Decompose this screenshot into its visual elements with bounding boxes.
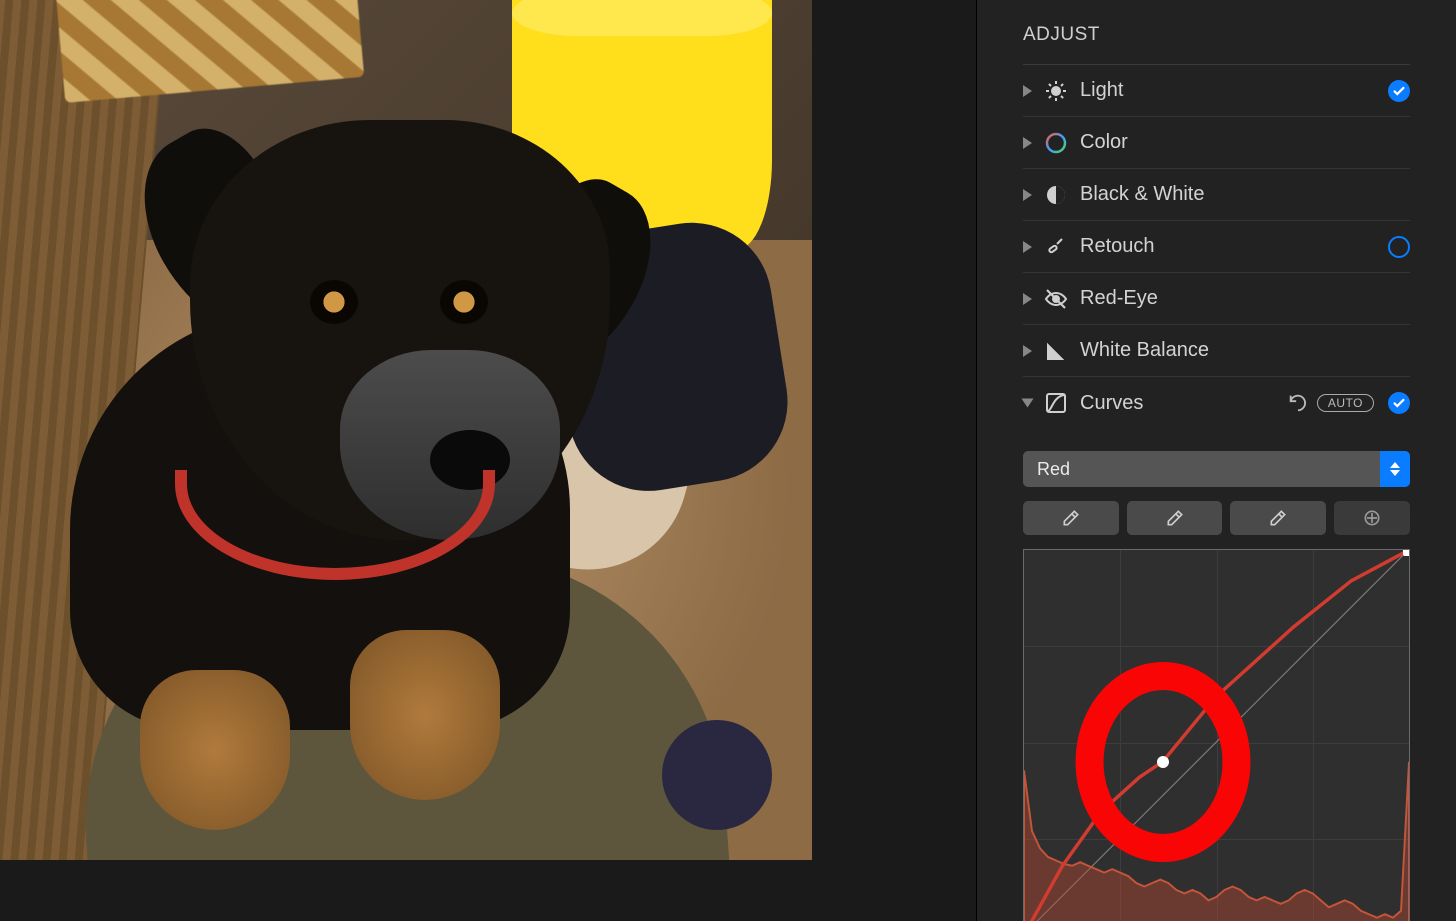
photo-preview[interactable] [0,0,812,860]
disclosure-triangle-icon [1023,189,1032,201]
row-label: Black & White [1080,183,1410,206]
bw-icon [1044,183,1068,207]
select-value: Red [1037,459,1070,480]
enable-ring-icon[interactable] [1388,236,1410,258]
disclosure-triangle-icon [1023,241,1032,253]
reset-icon[interactable] [1287,392,1309,414]
row-label: Color [1080,131,1410,154]
row-label: White Balance [1080,339,1410,362]
disclosure-triangle-icon [1022,399,1034,408]
whitebalance-icon [1044,339,1068,363]
adjust-row-curves[interactable]: Curves AUTO [1023,377,1410,429]
curves-graph-container [1023,549,1410,921]
add-point-button[interactable] [1334,501,1410,535]
adjust-sidebar: ADJUST Light Color Black & [976,0,1456,921]
panel-title: ADJUST [1023,18,1410,65]
disclosure-triangle-icon [1023,345,1032,357]
curve-control-point[interactable] [1157,756,1169,768]
disclosure-triangle-icon [1023,85,1032,97]
row-label: Retouch [1080,235,1388,258]
adjust-row-light[interactable]: Light [1023,65,1410,117]
dropper-black-button[interactable] [1023,501,1119,535]
curve-endpoint-highlight[interactable] [1403,549,1410,556]
applied-check-icon[interactable] [1388,392,1410,414]
dropper-gray-button[interactable] [1127,501,1223,535]
curves-graph[interactable] [1023,549,1410,921]
disclosure-triangle-icon [1023,137,1032,149]
select-stepper-icon [1380,451,1410,487]
curves-channel-select[interactable]: Red [1023,451,1410,487]
dropper-white-button[interactable] [1230,501,1326,535]
canvas-area [0,0,976,921]
adjust-row-color[interactable]: Color [1023,117,1410,169]
adjust-row-bw[interactable]: Black & White [1023,169,1410,221]
adjust-row-retouch[interactable]: Retouch [1023,221,1410,273]
row-label: Light [1080,79,1388,102]
redeye-icon [1044,287,1068,311]
disclosure-triangle-icon [1023,293,1032,305]
curves-icon [1044,391,1068,415]
applied-check-icon[interactable] [1388,80,1410,102]
row-label: Curves [1080,392,1287,415]
color-icon [1044,131,1068,155]
adjust-row-redeye[interactable]: Red-Eye [1023,273,1410,325]
auto-button[interactable]: AUTO [1317,394,1374,412]
row-label: Red-Eye [1080,287,1410,310]
adjust-row-whitebalance[interactable]: White Balance [1023,325,1410,377]
retouch-icon [1044,235,1068,259]
curves-dropper-row [1023,501,1410,535]
light-icon [1044,79,1068,103]
